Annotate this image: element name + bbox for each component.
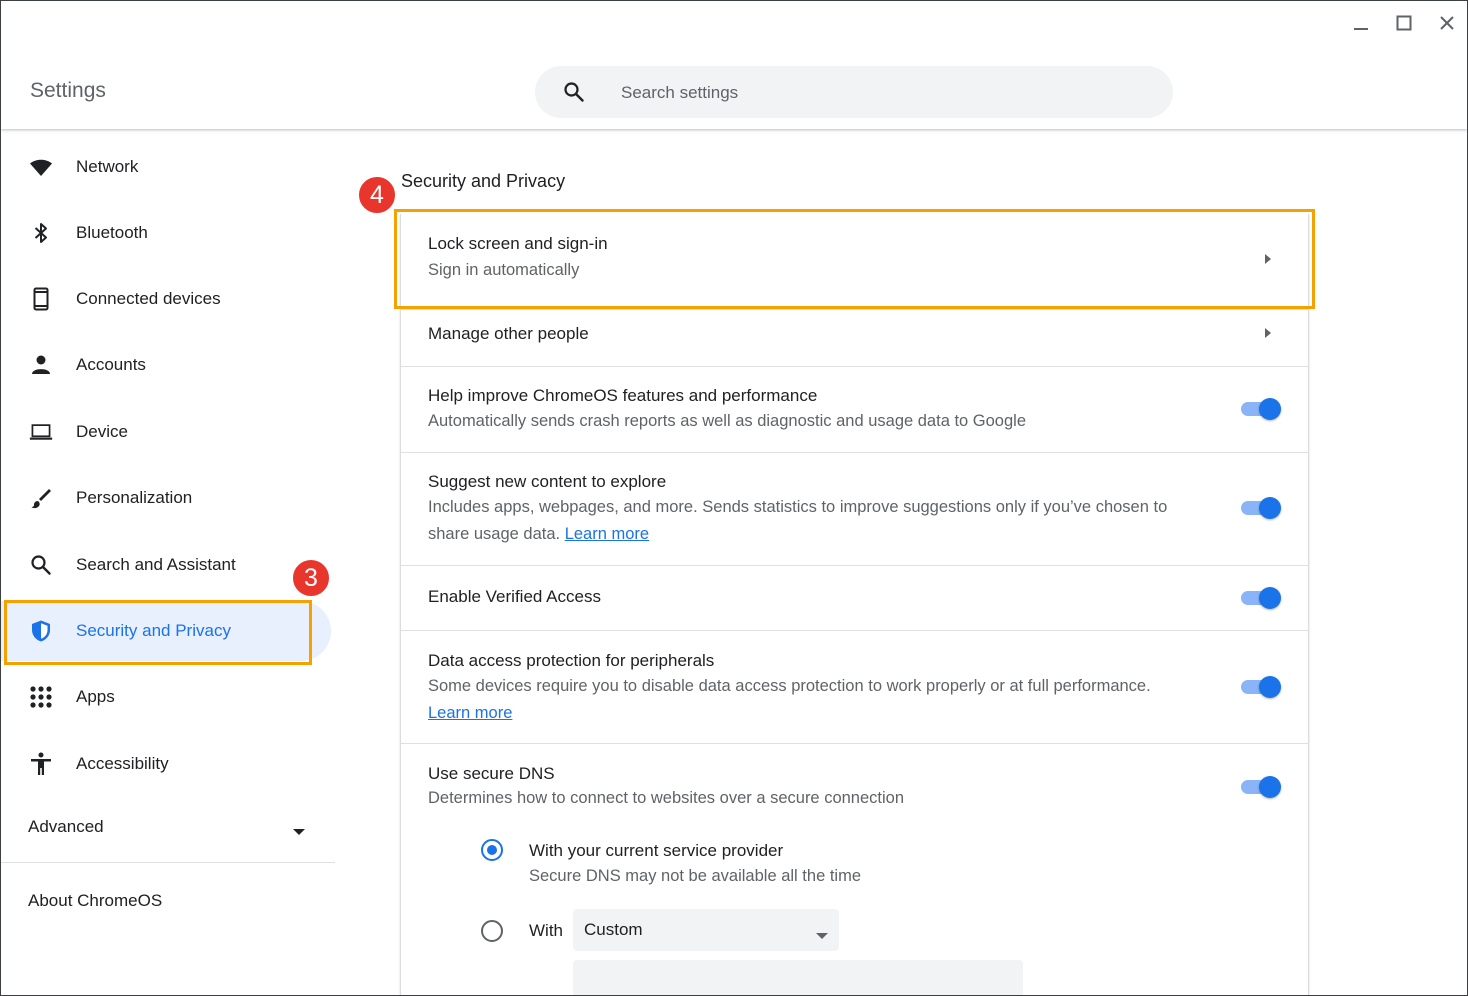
settings-window: Settings Network Bluetoo	[0, 0, 1468, 996]
advanced-label: Advanced	[28, 817, 104, 836]
minimize-icon	[1354, 28, 1368, 30]
laptop-icon	[29, 420, 53, 444]
sidebar-item-label: Accounts	[76, 355, 146, 374]
option-title: With your current service provider	[529, 841, 784, 860]
sidebar-item-personalization[interactable]: Personalization	[1, 468, 331, 528]
manage-people-row[interactable]: Manage other people	[401, 309, 1308, 367]
app-title: Settings	[30, 79, 106, 102]
person-icon	[29, 353, 53, 377]
verified-access-toggle[interactable]	[1239, 586, 1283, 610]
sidebar-item-label: Bluetooth	[76, 223, 148, 242]
minimize-button[interactable]	[1347, 11, 1375, 35]
sidebar-item-apps[interactable]: Apps	[1, 667, 331, 727]
sidebar-item-connected-devices[interactable]: Connected devices	[1, 269, 331, 329]
arrow-right-icon	[1265, 328, 1271, 338]
sidebar-divider	[1, 862, 335, 863]
advanced-toggle[interactable]: Advanced	[1, 799, 331, 855]
row-title: Lock screen and sign-in	[428, 234, 608, 253]
step-badge-3: 3	[291, 558, 331, 598]
help-improve-toggle[interactable]	[1239, 397, 1283, 421]
secure-dns-toggle[interactable]	[1239, 775, 1283, 799]
sidebar-item-label: Accessibility	[76, 754, 169, 773]
learn-more-link[interactable]: Learn more	[565, 525, 649, 543]
verified-access-row: Enable Verified Access	[401, 565, 1308, 631]
option-with-label: With	[529, 921, 563, 940]
option-subtitle: Secure DNS may not be available all the …	[529, 867, 861, 885]
help-improve-row: Help improve ChromeOS features and perfo…	[401, 366, 1308, 453]
row-subtitle: Some devices require you to disable data…	[428, 677, 1151, 695]
dns-provider-select[interactable]: Custom	[573, 909, 839, 951]
apps-grid-icon	[29, 685, 53, 709]
row-title: Suggest new content to explore	[428, 472, 667, 491]
secure-dns-row: Use secure DNS Determines how to connect…	[401, 743, 1308, 995]
maximize-button[interactable]	[1390, 11, 1418, 35]
sidebar-item-label: Network	[76, 157, 139, 176]
section-title: Security and Privacy	[401, 171, 566, 191]
row-title: Help improve ChromeOS features and perfo…	[428, 386, 818, 405]
data-access-toggle[interactable]	[1239, 675, 1283, 699]
row-title: Data access protection for peripherals	[428, 651, 715, 670]
data-access-row: Data access protection for peripherals S…	[401, 630, 1308, 744]
search-icon	[29, 553, 53, 577]
sidebar-item-security-and-privacy[interactable]: Security and Privacy	[1, 601, 331, 661]
radio-custom-provider[interactable]	[481, 920, 503, 942]
select-value: Custom	[584, 920, 643, 939]
radio-current-provider[interactable]	[481, 839, 503, 861]
sidebar: Network Bluetooth Connected devices Acco…	[1, 131, 336, 995]
sidebar-item-bluetooth[interactable]: Bluetooth	[1, 203, 331, 263]
row-title: Manage other people	[428, 324, 589, 343]
sidebar-item-label: Security and Privacy	[76, 621, 231, 640]
step-badge-4: 4	[357, 175, 397, 215]
search-box[interactable]	[535, 66, 1173, 120]
custom-dns-input[interactable]	[573, 960, 1023, 995]
row-title: Use secure DNS	[428, 764, 555, 783]
suggest-content-row: Suggest new content to explore Includes …	[401, 452, 1308, 566]
app-header: Settings	[1, 1, 1467, 129]
search-input[interactable]	[619, 66, 1143, 120]
sidebar-item-label: Search and Assistant	[76, 555, 236, 574]
subtitle-text: share usage data.	[428, 525, 561, 543]
row-subtitle: Determines how to connect to websites ov…	[428, 789, 905, 807]
caret-down-icon	[292, 823, 306, 841]
brush-icon	[29, 486, 53, 510]
learn-more-link[interactable]: Learn more	[428, 700, 512, 727]
phone-icon	[29, 287, 53, 311]
row-title: Enable Verified Access	[428, 587, 601, 606]
sidebar-item-accessibility[interactable]: Accessibility	[1, 734, 331, 794]
lock-screen-row[interactable]: Lock screen and sign-in Sign in automati…	[401, 214, 1308, 310]
sidebar-item-label: Device	[76, 422, 128, 441]
settings-card: Lock screen and sign-in Sign in automati…	[400, 214, 1309, 995]
maximize-icon	[1396, 15, 1412, 31]
caret-down-icon	[815, 927, 829, 945]
sidebar-item-label: Apps	[76, 687, 115, 706]
shield-icon	[29, 619, 53, 643]
bluetooth-icon	[29, 221, 53, 245]
sidebar-item-accounts[interactable]: Accounts	[1, 335, 331, 395]
row-subtitle-line2: share usage data. Learn more	[428, 521, 649, 548]
accessibility-icon	[29, 752, 53, 776]
sidebar-item-device[interactable]: Device	[1, 402, 331, 462]
sidebar-item-about[interactable]: About ChromeOS	[28, 891, 162, 911]
suggest-content-toggle[interactable]	[1239, 496, 1283, 520]
close-icon	[1440, 16, 1454, 30]
sidebar-item-label: Personalization	[76, 488, 193, 507]
sidebar-item-search-and-assistant[interactable]: Search and Assistant	[1, 535, 331, 595]
row-subtitle-line1: Includes apps, webpages, and more. Sends…	[428, 498, 1168, 516]
sidebar-item-network[interactable]: Network	[1, 137, 331, 197]
row-subtitle: Automatically sends crash reports as wel…	[428, 412, 1027, 430]
close-button[interactable]	[1433, 11, 1461, 35]
arrow-right-icon	[1265, 254, 1271, 264]
wifi-icon	[29, 155, 53, 179]
row-subtitle: Sign in automatically	[428, 261, 580, 279]
sidebar-item-label: Connected devices	[76, 289, 221, 308]
search-icon	[562, 80, 586, 109]
